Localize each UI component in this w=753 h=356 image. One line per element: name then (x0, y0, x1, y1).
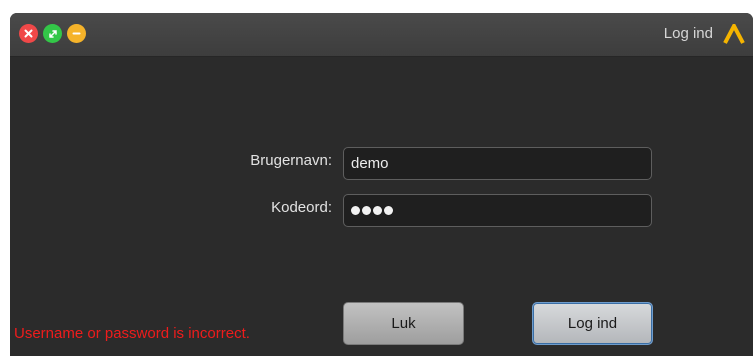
login-window: Log ind Brugernavn: demo Kodeord: Userna… (10, 13, 753, 356)
password-mask (351, 206, 393, 215)
window-close-button[interactable] (19, 24, 38, 43)
window-maximize-button[interactable] (43, 24, 62, 43)
username-field[interactable]: demo (343, 147, 652, 180)
username-label: Brugernavn: (250, 152, 332, 169)
password-dot (384, 206, 393, 215)
password-field[interactable] (343, 194, 652, 227)
window-title: Log ind (663, 25, 713, 42)
password-dot (362, 206, 371, 215)
username-value: demo (351, 155, 389, 172)
close-button[interactable]: Luk (343, 302, 464, 345)
window-minimize-button[interactable] (67, 24, 86, 43)
minimize-icon (72, 32, 81, 35)
expand-icon (48, 29, 57, 38)
login-button[interactable]: Log ind (532, 302, 653, 345)
password-dot (351, 206, 360, 215)
title-bar: Log ind (10, 13, 753, 57)
password-dot (373, 206, 382, 215)
close-icon (24, 29, 33, 38)
error-message: Username or password is incorrect. (14, 325, 250, 342)
app-logo-icon (723, 21, 745, 49)
password-label: Kodeord: (271, 199, 332, 216)
